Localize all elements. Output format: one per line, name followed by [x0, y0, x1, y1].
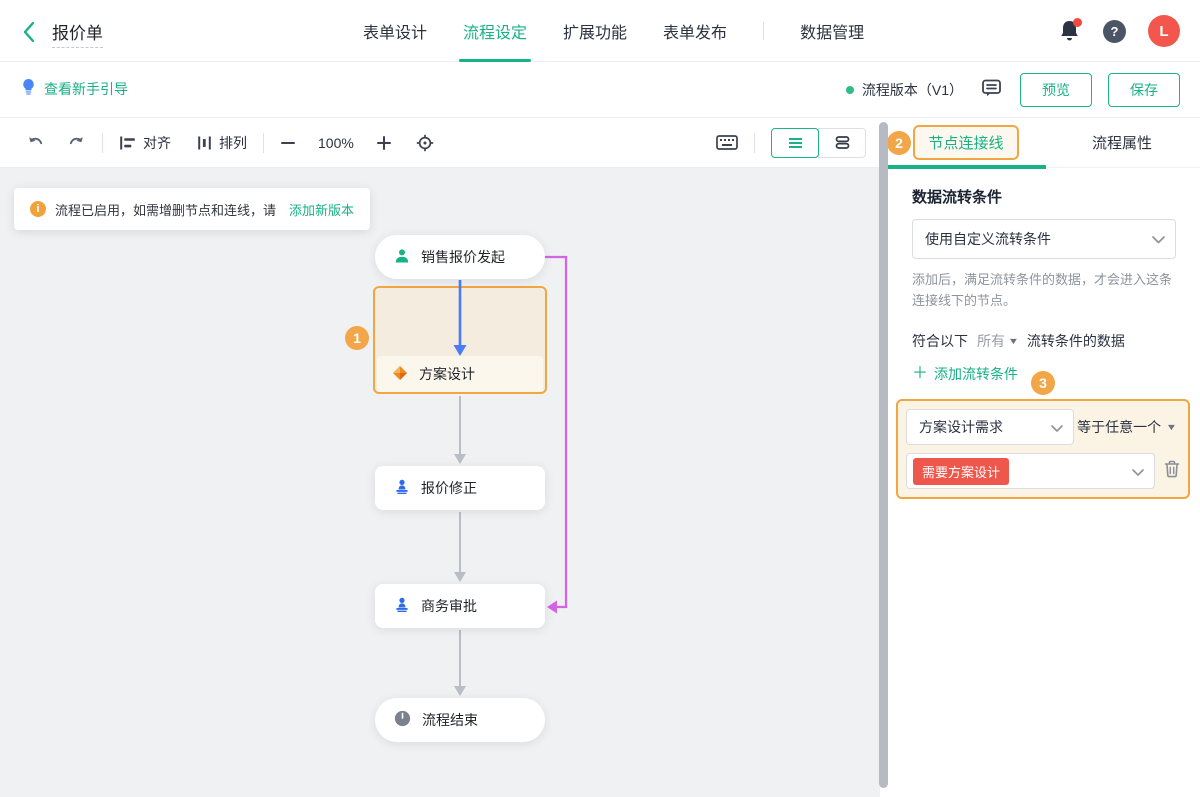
preview-button[interactable]: 预览	[1020, 73, 1092, 107]
notification-dot	[1073, 18, 1082, 27]
member-icon	[394, 248, 410, 267]
section-title: 数据流转条件	[912, 186, 1176, 207]
approval-stamp-icon	[394, 597, 410, 616]
toolbar-divider	[102, 133, 103, 153]
arrange-button[interactable]: 排列	[197, 133, 247, 153]
compact-view-toggle[interactable]	[818, 128, 866, 158]
power-icon	[394, 710, 411, 730]
tab-form-design[interactable]: 表单设计	[345, 0, 445, 62]
annotation-badge-3: 3	[1031, 371, 1055, 395]
process-enabled-notice: i 流程已启用，如需增删节点和连线，请 添加新版本	[14, 188, 370, 230]
app-header: 报价单 表单设计 流程设定 扩展功能 表单发布 数据管理 ? L	[0, 0, 1200, 62]
add-new-version-link[interactable]: 添加新版本	[289, 200, 354, 219]
annotation-badge-1: 1	[345, 326, 369, 350]
node-process-end[interactable]: 流程结束	[375, 698, 545, 742]
canvas-toolbar: 对齐 排列 100%	[0, 118, 880, 168]
condition-value-select[interactable]: 需要方案设计	[906, 453, 1155, 489]
flow-condition-mode-select[interactable]: 使用自定义流转条件	[912, 219, 1176, 259]
notification-bell-icon[interactable]	[1059, 19, 1081, 43]
diamond-icon	[392, 365, 408, 384]
condition-operator-select[interactable]: 等于任意一个 ▼	[1077, 417, 1180, 437]
info-icon: i	[30, 201, 46, 217]
node-sales-quote-start[interactable]: 销售报价发起	[375, 235, 545, 279]
save-button[interactable]: 保存	[1108, 73, 1180, 107]
tab-extensions[interactable]: 扩展功能	[545, 0, 645, 62]
toolbar-divider	[754, 133, 755, 153]
flow-canvas[interactable]: i 流程已启用，如需增删节点和连线，请 添加新版本 销售报价发起 方案设计	[0, 168, 880, 797]
panel-resize-handle[interactable]	[879, 122, 888, 788]
tab-process-properties[interactable]: 流程属性	[1044, 118, 1200, 167]
newbie-guide-link[interactable]: 查看新手引导	[22, 78, 128, 99]
edge-config-panel: 节点连接线 流程属性 2 数据流转条件 使用自定义流转条件 添加后，满足流转条件…	[888, 118, 1200, 797]
process-version: 流程版本（V1）	[846, 80, 963, 100]
lightbulb-icon	[22, 78, 35, 99]
chevron-down-icon	[1051, 419, 1063, 435]
approval-stamp-icon	[394, 479, 410, 498]
plus-icon: ＋	[912, 366, 928, 382]
flow-condition-card: 方案设计需求 等于任意一个 ▼ 需要方案设计	[896, 399, 1190, 499]
redo-icon[interactable]	[67, 135, 86, 150]
chevron-down-icon	[1152, 231, 1165, 247]
node-solution-design[interactable]: 方案设计	[377, 356, 543, 392]
comment-icon[interactable]	[981, 78, 1002, 103]
node-quote-revision[interactable]: 报价修正	[375, 466, 545, 510]
tab-form-publish[interactable]: 表单发布	[645, 0, 745, 62]
match-mode-select[interactable]: 所有 ▼	[977, 331, 1018, 351]
condition-value-tag: 需要方案设计	[913, 458, 1009, 485]
user-avatar[interactable]: L	[1148, 15, 1180, 47]
toolbar-divider	[263, 133, 264, 153]
tab-data-management[interactable]: 数据管理	[782, 0, 882, 62]
add-flow-condition-link[interactable]: ＋ 添加流转条件	[912, 364, 1018, 384]
chevron-down-icon	[1132, 463, 1144, 479]
delete-condition-icon[interactable]	[1164, 460, 1180, 483]
locate-center-icon[interactable]	[416, 134, 434, 152]
undo-icon[interactable]	[26, 135, 45, 150]
zoom-level[interactable]: 100%	[318, 135, 354, 151]
zoom-in-icon[interactable]	[376, 135, 392, 151]
help-icon[interactable]: ?	[1103, 20, 1126, 43]
back-icon[interactable]	[22, 21, 35, 48]
node-business-approval[interactable]: 商务审批	[375, 584, 545, 628]
list-view-toggle[interactable]	[771, 128, 819, 158]
zoom-out-icon[interactable]	[280, 135, 296, 151]
form-title[interactable]: 报价单	[52, 19, 103, 48]
nav-divider	[763, 22, 764, 40]
caret-down-icon: ▼	[1008, 336, 1020, 346]
condition-hint-text: 添加后，满足流转条件的数据，才会进入这条连接线下的节点。	[912, 269, 1176, 311]
annotation-badge-2: 2	[887, 131, 911, 155]
shortcut-keyboard-icon[interactable]	[716, 134, 738, 151]
condition-field-select[interactable]: 方案设计需求	[906, 409, 1074, 445]
main-nav: 表单设计 流程设定 扩展功能 表单发布 数据管理	[345, 0, 882, 62]
process-subheader: 查看新手引导 流程版本（V1） 预览 保存	[0, 62, 1200, 118]
annotation-outline: 节点连接线	[913, 125, 1018, 160]
tab-process-setting[interactable]: 流程设定	[445, 0, 545, 62]
align-button[interactable]: 对齐	[119, 133, 171, 153]
version-status-dot	[846, 86, 854, 94]
tab-node-connection-line[interactable]: 节点连接线	[888, 118, 1044, 167]
view-mode-toggle	[771, 128, 866, 158]
caret-down-icon: ▼	[1166, 422, 1178, 432]
